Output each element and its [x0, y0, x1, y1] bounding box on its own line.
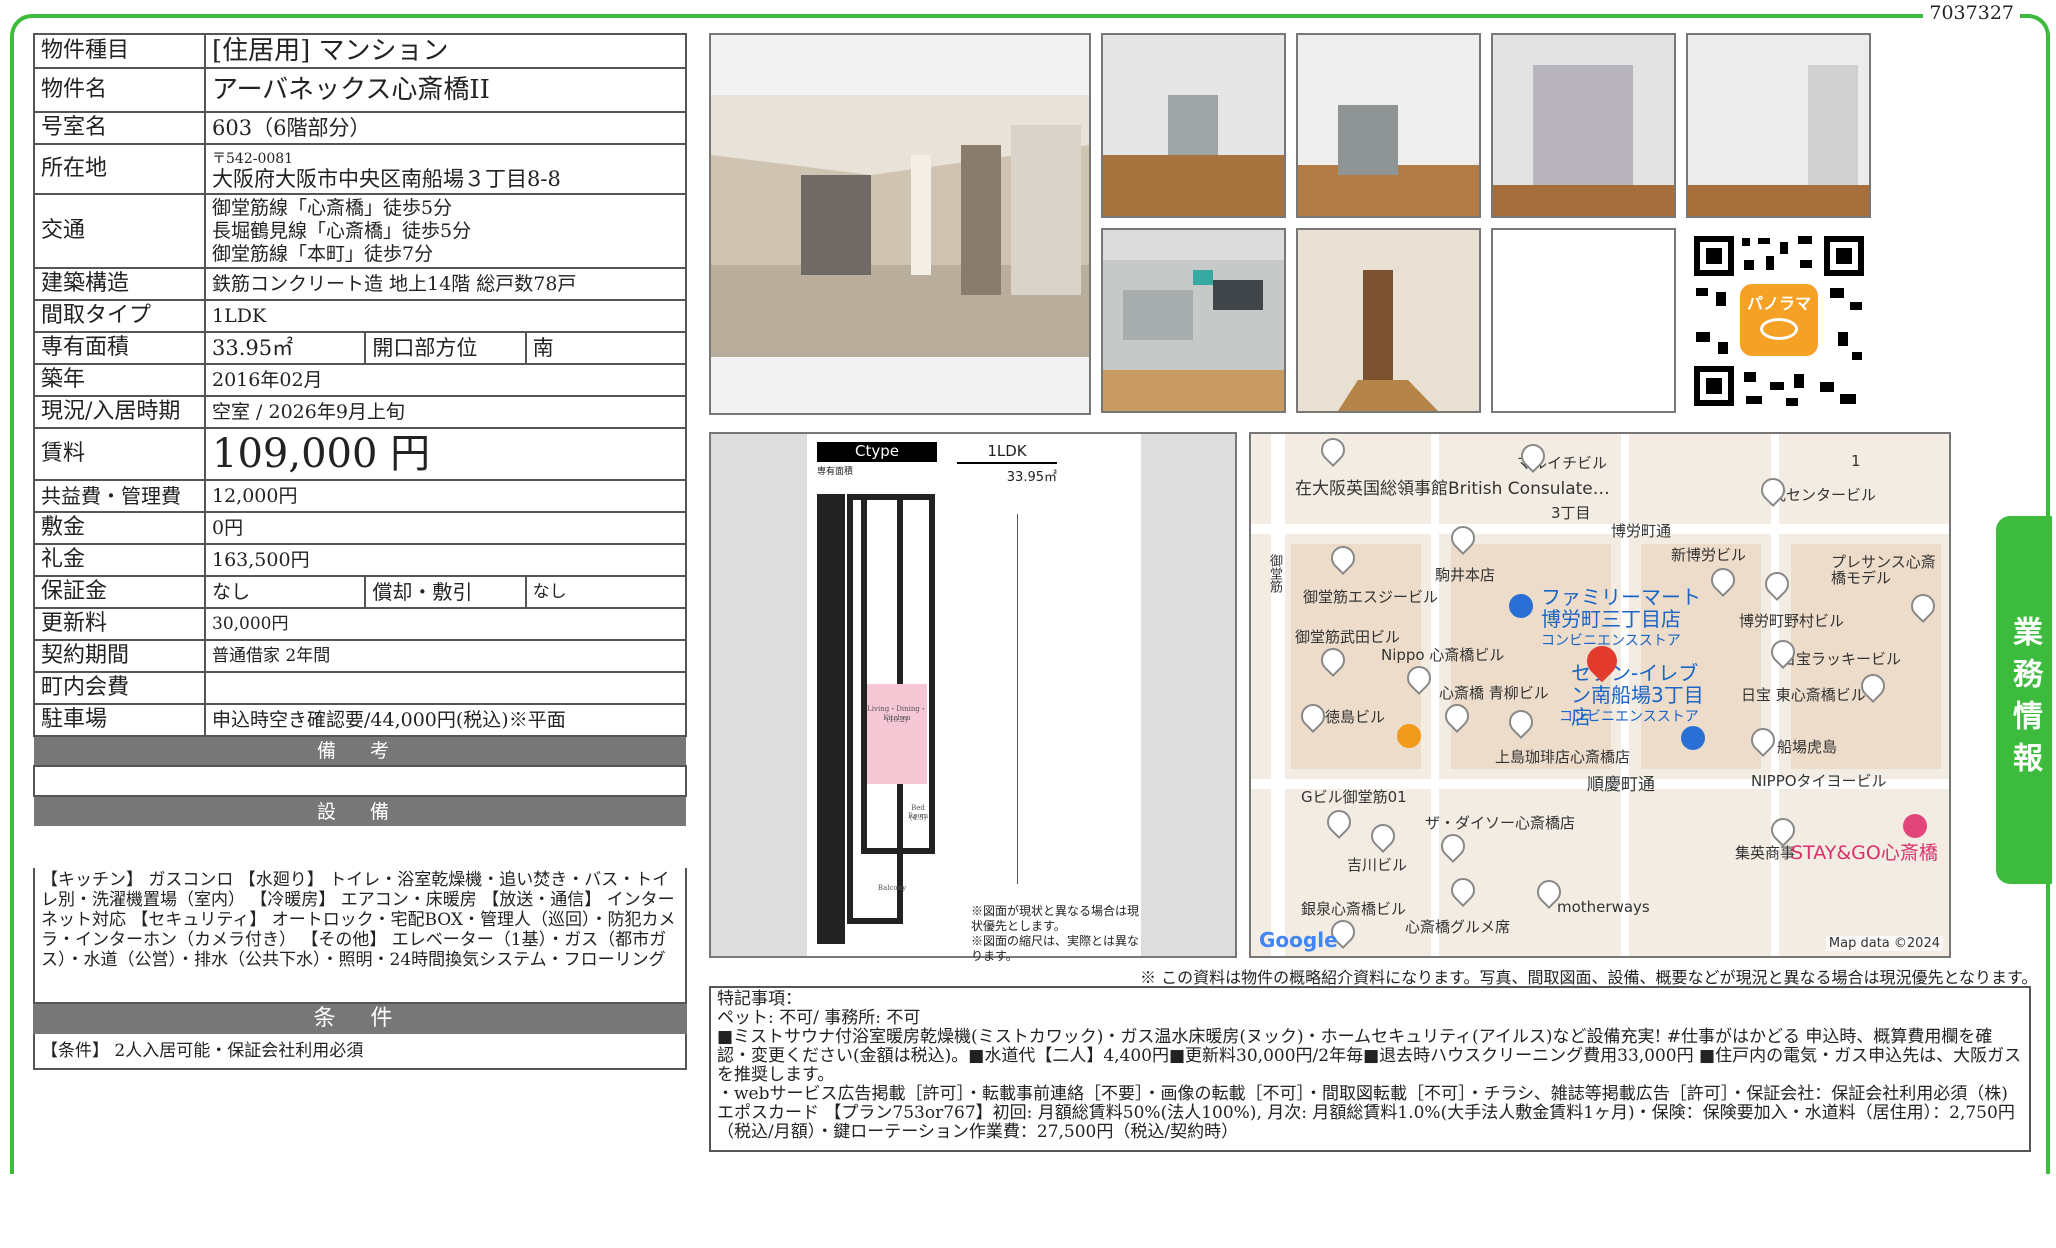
floor-area: 33.95㎡ — [203, 331, 367, 365]
photo-bedroom[interactable] — [1686, 33, 1871, 218]
photo-hallway[interactable] — [1296, 228, 1481, 413]
conditions-header: 条 件 — [33, 1004, 687, 1034]
key-money: 163,500円 — [204, 543, 687, 577]
room-image — [1298, 35, 1479, 216]
restaurant-icon — [1397, 724, 1421, 748]
closet-image — [1493, 35, 1674, 216]
parking: 申込時空き確認要/44,000円(税込)※平面 — [204, 703, 687, 737]
panorama-badge: パノラマ — [1746, 294, 1811, 313]
bedroom-image — [1688, 35, 1869, 216]
guarantee: なし — [203, 575, 367, 609]
built-year: 2016年02月 — [204, 363, 687, 397]
deposit: 0円 — [204, 511, 687, 545]
remarks-body — [33, 765, 687, 797]
living-image — [1103, 35, 1284, 216]
map-familymart: ファミリーマート博労町三丁目店 — [1541, 585, 1701, 631]
plan-dimension-line — [1007, 514, 1018, 884]
photo-entrance[interactable] — [709, 33, 1091, 415]
map-credit: Map data ©2024 — [1825, 936, 1943, 951]
access-list: 御堂筋線「心斎橋」徒歩5分 長堀鶴見線「心斎橋」徒歩5分 御堂筋線「本町」徒歩7分 — [204, 193, 687, 269]
entrance-image — [711, 35, 1089, 413]
amortization: なし — [524, 575, 688, 609]
plan-note-1: ※図面が現状と異なる場合は現状優先とします。 — [971, 904, 1140, 933]
conditions-text: 【条件】 2人入居可能・保証会社利用必須 — [33, 1034, 687, 1070]
property-name: アーバネックス心斎橋II — [204, 67, 687, 113]
plan-note-2: ※図面の縮尺は、実際とは異なります。 — [971, 934, 1140, 963]
location-map[interactable]: 在大阪英国総領事館British Consulate… マルイチビル 1 戎セン… — [1249, 432, 1951, 958]
renewal-fee: 30,000円 — [204, 607, 687, 641]
address: 〒542-0081 大阪府大阪市中央区南船場３丁目8-8 — [204, 143, 687, 195]
panorama-qr-code[interactable]: パノラマ — [1690, 232, 1868, 410]
business-info-tab[interactable]: 業務情報 — [1996, 516, 2052, 884]
equipment-text: 【キッチン】 ガスコンロ 【水廻り】 トイレ・浴室乾燥機・追い焚き・バス・トイレ… — [33, 868, 687, 1004]
convenience-store-icon-2 — [1681, 726, 1705, 750]
structure: 鉄筋コンクリート造 地上14階 総戸数78戸 — [204, 267, 687, 301]
plan-area: 33.95㎡ — [1006, 470, 1057, 485]
hotel-icon — [1903, 814, 1927, 838]
management-fee: 12,000円 — [204, 479, 687, 513]
floor-plan-paper: Ctype 1LDK 専有面積 33.95㎡ Living・Dining・Kit… — [807, 434, 1141, 963]
layout-type: 1LDK — [204, 299, 687, 333]
document-id: 7037327 — [1923, 2, 2020, 24]
plan-shaft — [817, 494, 845, 944]
map-stay-go: STAY&GO心斎橋 — [1791, 842, 1938, 864]
google-logo: Google — [1259, 928, 1338, 952]
rotate-icon — [1760, 318, 1798, 340]
status: 空室 / 2026年9月上旬 — [204, 395, 687, 429]
property-type: [住居用] マンション — [204, 33, 687, 69]
room-number: 603（6階部分） — [204, 111, 687, 145]
photo-living[interactable] — [1101, 33, 1286, 218]
orientation: 南 — [524, 331, 688, 365]
plan-unit — [861, 494, 935, 854]
remarks-header: 備 考 — [34, 736, 686, 766]
photo-room[interactable] — [1296, 33, 1481, 218]
disclaimer-notice: ※ この資料は物件の概略紹介資料になります。写真、間取図面、設備、概要などが現況… — [1140, 968, 2038, 987]
photo-kitchen[interactable] — [1101, 228, 1286, 413]
plan-type: Ctype — [817, 442, 937, 462]
property-spec-table: 物件種目 [住居用] マンション 物件名 アーバネックス心斎橋II 号室名 603（6… — [33, 33, 688, 826]
plan-ldk — [867, 684, 927, 784]
hallway-image — [1298, 230, 1479, 411]
map-label-consulate: 在大阪英国総領事館British Consulate… — [1295, 479, 1610, 499]
photo-empty — [1491, 228, 1676, 413]
special-remarks: 特記事項： ペット: 不可/ 事務所: 不可 ■ミストサウナ付浴室暖房乾燥機(ミ… — [709, 986, 2031, 1152]
plan-layout: 1LDK — [957, 442, 1057, 464]
photo-closet[interactable] — [1491, 33, 1676, 218]
plan-area-caption: 専有面積 — [817, 467, 854, 477]
kitchen-image — [1103, 230, 1284, 411]
floor-plan[interactable]: Ctype 1LDK 専有面積 33.95㎡ Living・Dining・Kit… — [709, 432, 1237, 963]
contract-period: 普通借家 2年間 — [204, 639, 687, 673]
town-fee — [204, 671, 687, 705]
equipment-header: 設 備 — [34, 796, 686, 826]
rent: 109,000 円 — [204, 427, 687, 481]
convenience-store-icon — [1509, 594, 1533, 618]
